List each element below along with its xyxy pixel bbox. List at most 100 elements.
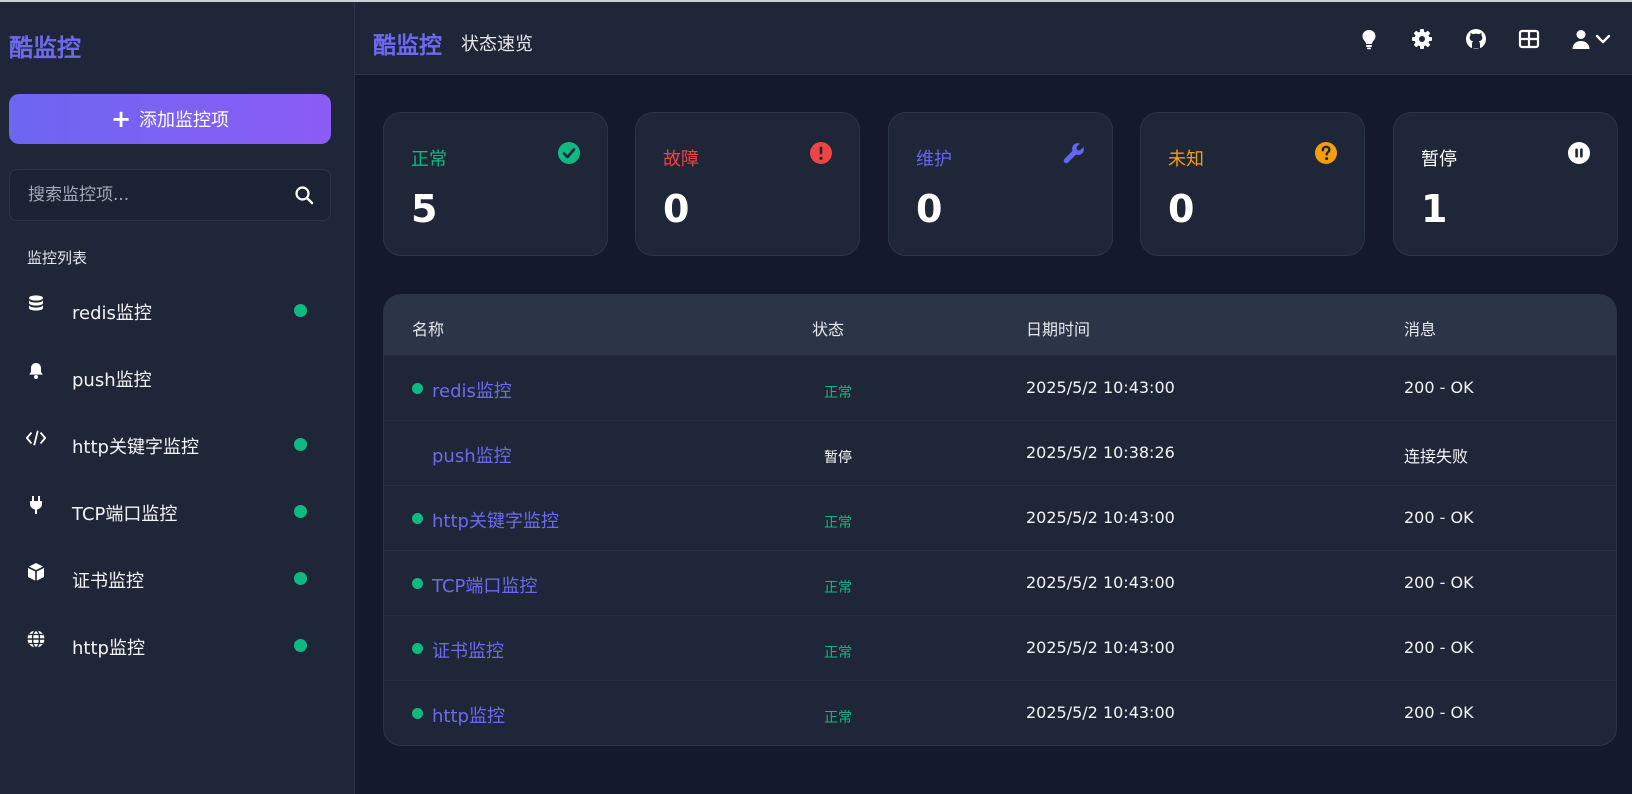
status-badge: 正常 <box>824 580 852 596</box>
github-icon[interactable] <box>1465 28 1487 50</box>
status-dot <box>412 578 423 589</box>
column-header-datetime: 日期时间 <box>1026 320 1091 339</box>
sidebar-item-label: http关键字监控 <box>72 437 199 458</box>
table-row[interactable]: push监控 暂停 2025/5/2 10:38:26 连接失败 <box>384 420 1616 485</box>
stat-value: 0 <box>916 187 943 231</box>
status-dot <box>412 643 423 654</box>
row-datetime: 2025/5/2 10:43:00 <box>1026 378 1175 397</box>
wrench-icon <box>1063 143 1084 164</box>
stat-value: 0 <box>1168 187 1195 231</box>
monitor-name-link[interactable]: push监控 <box>432 442 512 468</box>
exclamation-circle-icon <box>810 142 832 164</box>
database-icon <box>29 295 43 311</box>
sidebar-item-certificate[interactable]: 证书监控 <box>0 544 355 611</box>
check-circle-icon <box>558 142 580 164</box>
status-dot <box>412 383 423 394</box>
add-monitor-label: 添加监控项 <box>139 110 230 131</box>
globe-icon <box>27 629 45 649</box>
row-datetime: 2025/5/2 10:38:26 <box>1026 443 1175 462</box>
header-brand[interactable]: 酷监控 <box>373 26 442 60</box>
search-icon[interactable] <box>294 185 314 205</box>
stat-label: 未知 <box>1168 149 1204 170</box>
row-message: 200 - OK <box>1404 378 1474 397</box>
row-message: 200 - OK <box>1404 638 1474 657</box>
page-title: 状态速览 <box>461 34 533 55</box>
monitor-name-link[interactable]: http关键字监控 <box>432 507 559 533</box>
stat-card-maintenance[interactable]: 维护 0 <box>888 112 1113 256</box>
monitor-name-link[interactable]: TCP端口监控 <box>432 572 537 598</box>
stat-label: 故障 <box>663 149 699 170</box>
status-badge: 暂停 <box>824 450 852 466</box>
stat-value: 1 <box>1421 187 1448 231</box>
cube-icon <box>27 563 45 581</box>
status-dot <box>294 572 307 585</box>
plug-icon <box>30 496 42 514</box>
grid-icon[interactable] <box>1518 28 1540 50</box>
sidebar-item-redis[interactable]: redis监控 <box>0 276 355 343</box>
gear-icon[interactable] <box>1411 28 1433 50</box>
monitor-name-link[interactable]: http监控 <box>432 702 505 728</box>
top-header: 酷监控 状态速览 <box>355 2 1632 75</box>
table-header: 名称 状态 日期时间 消息 <box>384 295 1616 355</box>
search-input[interactable] <box>10 170 290 220</box>
stat-label: 正常 <box>411 149 447 170</box>
row-datetime: 2025/5/2 10:43:00 <box>1026 573 1175 592</box>
stat-card-fault[interactable]: 故障 0 <box>635 112 860 256</box>
sidebar-item-label: 证书监控 <box>72 571 144 592</box>
bell-icon <box>29 363 43 379</box>
table-row[interactable]: http关键字监控 正常 2025/5/2 10:43:00 200 - OK <box>384 485 1616 550</box>
status-dot <box>294 438 307 451</box>
stat-value: 0 <box>663 187 690 231</box>
sidebar: 酷监控 + 添加监控项 监控列表 redis监控 push监控 <box>0 2 355 794</box>
status-dot <box>294 639 307 652</box>
status-badge: 正常 <box>824 515 852 531</box>
row-message: 200 - OK <box>1404 703 1474 722</box>
sidebar-item-label: TCP端口监控 <box>72 504 178 525</box>
status-dot <box>412 513 423 524</box>
column-header-name: 名称 <box>412 320 445 339</box>
stat-label: 维护 <box>916 149 952 170</box>
stat-card-normal[interactable]: 正常 5 <box>383 112 608 256</box>
monitor-status-table: 名称 状态 日期时间 消息 redis监控 正常 2025/5/2 10:43:… <box>383 294 1617 746</box>
sidebar-brand[interactable]: 酷监控 <box>9 28 81 63</box>
monitor-name-link[interactable]: redis监控 <box>432 377 512 403</box>
lightbulb-icon[interactable] <box>1358 28 1380 50</box>
question-circle-icon <box>1315 142 1337 164</box>
table-row[interactable]: 证书监控 正常 2025/5/2 10:43:00 200 - OK <box>384 615 1616 680</box>
table-row[interactable]: redis监控 正常 2025/5/2 10:43:00 200 - OK <box>384 355 1616 420</box>
table-row[interactable]: TCP端口监控 正常 2025/5/2 10:43:00 200 - OK <box>384 550 1616 615</box>
column-header-message: 消息 <box>1404 320 1437 339</box>
stat-card-unknown[interactable]: 未知 0 <box>1140 112 1365 256</box>
chevron-down-icon[interactable] <box>1595 28 1611 50</box>
status-dot <box>294 304 307 317</box>
monitor-nav-list: redis监控 push监控 http关键字监控 TCP端口监控 证书监控 ht… <box>0 276 355 678</box>
add-monitor-button[interactable]: + 添加监控项 <box>9 94 331 144</box>
status-badge: 正常 <box>824 385 852 401</box>
stat-value: 5 <box>411 187 438 231</box>
status-badge: 正常 <box>824 645 852 661</box>
plus-icon: + <box>110 105 132 133</box>
status-dot <box>294 505 307 518</box>
monitor-list-heading: 监控列表 <box>27 249 88 267</box>
row-datetime: 2025/5/2 10:43:00 <box>1026 508 1175 527</box>
user-icon[interactable] <box>1570 28 1592 50</box>
search-box <box>9 169 331 221</box>
sidebar-item-tcp[interactable]: TCP端口监控 <box>0 477 355 544</box>
table-row[interactable]: http监控 正常 2025/5/2 10:43:00 200 - OK <box>384 680 1616 745</box>
row-message: 200 - OK <box>1404 573 1474 592</box>
status-dot <box>412 708 423 719</box>
sidebar-item-push[interactable]: push监控 <box>0 343 355 410</box>
code-icon <box>26 430 46 446</box>
stat-card-paused[interactable]: 暂停 1 <box>1393 112 1618 256</box>
status-badge: 正常 <box>824 710 852 726</box>
column-header-status: 状态 <box>812 320 845 339</box>
monitor-name-link[interactable]: 证书监控 <box>432 637 504 663</box>
sidebar-item-label: redis监控 <box>72 303 152 324</box>
row-message: 200 - OK <box>1404 508 1474 527</box>
row-datetime: 2025/5/2 10:43:00 <box>1026 638 1175 657</box>
sidebar-item-http-keyword[interactable]: http关键字监控 <box>0 410 355 477</box>
row-datetime: 2025/5/2 10:43:00 <box>1026 703 1175 722</box>
sidebar-item-http[interactable]: http监控 <box>0 611 355 678</box>
row-message: 连接失败 <box>1404 447 1469 466</box>
pause-circle-icon <box>1568 142 1590 164</box>
